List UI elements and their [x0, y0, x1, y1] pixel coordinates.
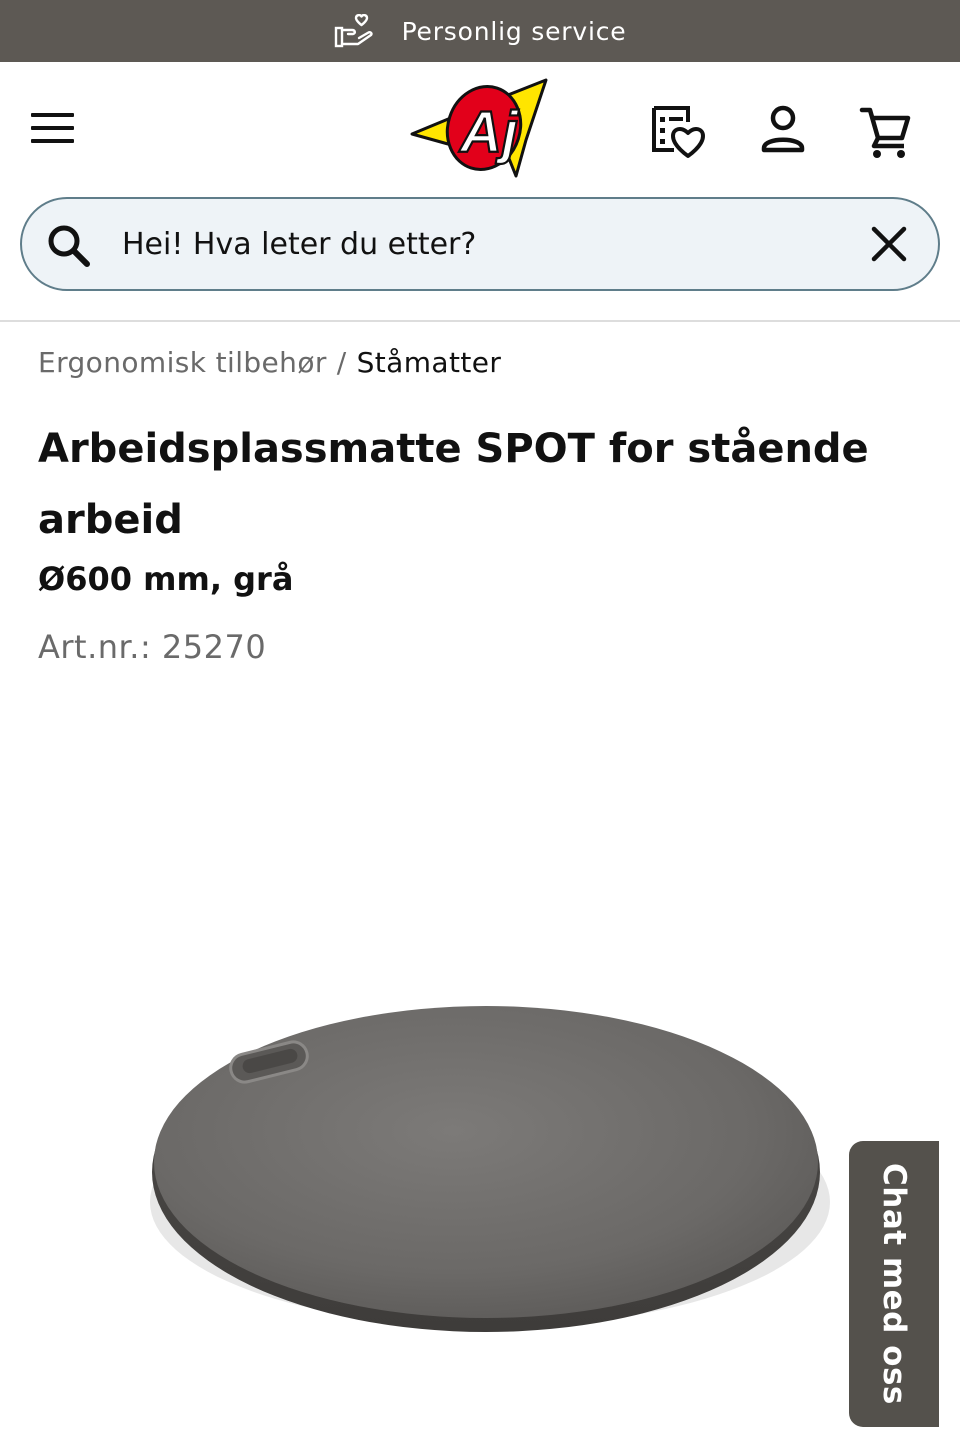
cart-icon[interactable]: [858, 104, 918, 160]
article-number: Art.nr.: 25270: [38, 628, 267, 666]
product-subtitle: Ø600 mm, grå: [38, 560, 294, 598]
header-divider: [0, 320, 960, 322]
product-title: Arbeidsplassmatte SPOT for stående arbei…: [38, 426, 869, 543]
product-image[interactable]: [60, 940, 880, 1390]
chat-button-label: Chat med oss: [876, 1163, 912, 1405]
search-input[interactable]: [120, 217, 840, 271]
search-bar: [20, 197, 940, 291]
account-icon[interactable]: [756, 104, 816, 160]
svg-text:Aj: Aj: [458, 100, 520, 165]
breadcrumb-current[interactable]: Ståmatter: [357, 346, 502, 379]
wishlist-heart-icon[interactable]: [648, 104, 708, 160]
breadcrumb-link-parent[interactable]: Ergonomisk tilbehør: [38, 346, 327, 379]
breadcrumb-separator: /: [336, 346, 347, 379]
search-icon[interactable]: [44, 221, 94, 271]
heart-hand-icon: [334, 14, 374, 48]
service-banner-label: Personlig service: [401, 16, 627, 46]
chat-button[interactable]: Chat med oss: [849, 1141, 939, 1427]
aj-logo[interactable]: Aj: [408, 76, 558, 182]
service-banner[interactable]: Personlig service: [0, 0, 960, 62]
hamburger-menu-icon[interactable]: [28, 108, 78, 148]
close-icon[interactable]: [866, 221, 912, 267]
site-header: Aj: [0, 62, 960, 192]
breadcrumb: Ergonomisk tilbehør / Ståmatter: [38, 346, 501, 379]
